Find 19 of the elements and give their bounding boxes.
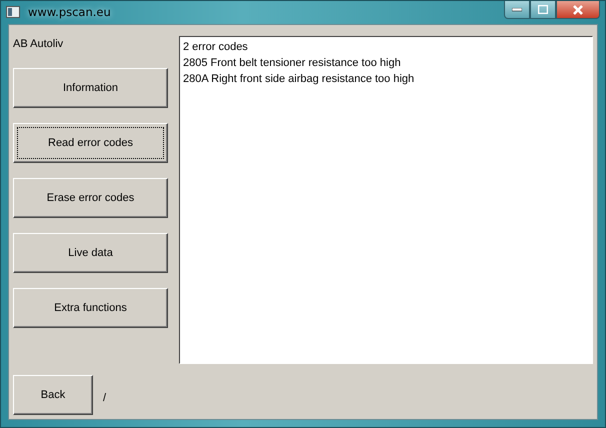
minimize-icon bbox=[512, 8, 522, 12]
menu-button[interactable]: Extra functions bbox=[13, 288, 168, 328]
window-title: www.pscan.eu bbox=[28, 5, 111, 19]
module-label: AB Autoliv bbox=[13, 38, 64, 52]
menu-button[interactable]: Read error codes bbox=[13, 123, 168, 163]
menu-button[interactable]: Information bbox=[13, 68, 168, 108]
close-icon bbox=[572, 4, 584, 14]
status-text: / bbox=[103, 392, 106, 404]
close-button[interactable] bbox=[556, 1, 600, 19]
output-line: 2805 Front belt tensioner resistance too high bbox=[183, 56, 402, 71]
maximize-button[interactable] bbox=[530, 1, 556, 19]
app-icon bbox=[6, 6, 20, 18]
output-line: 280A Right front side airbag resistance too high bbox=[183, 72, 416, 87]
back-button[interactable]: Back bbox=[13, 375, 93, 415]
output-line: 2 error codes bbox=[183, 40, 249, 55]
minimize-button[interactable] bbox=[504, 1, 530, 19]
menu-button[interactable]: Live data bbox=[13, 233, 168, 273]
menu-button[interactable]: Erase error codes bbox=[13, 178, 168, 218]
maximize-icon bbox=[538, 5, 548, 14]
